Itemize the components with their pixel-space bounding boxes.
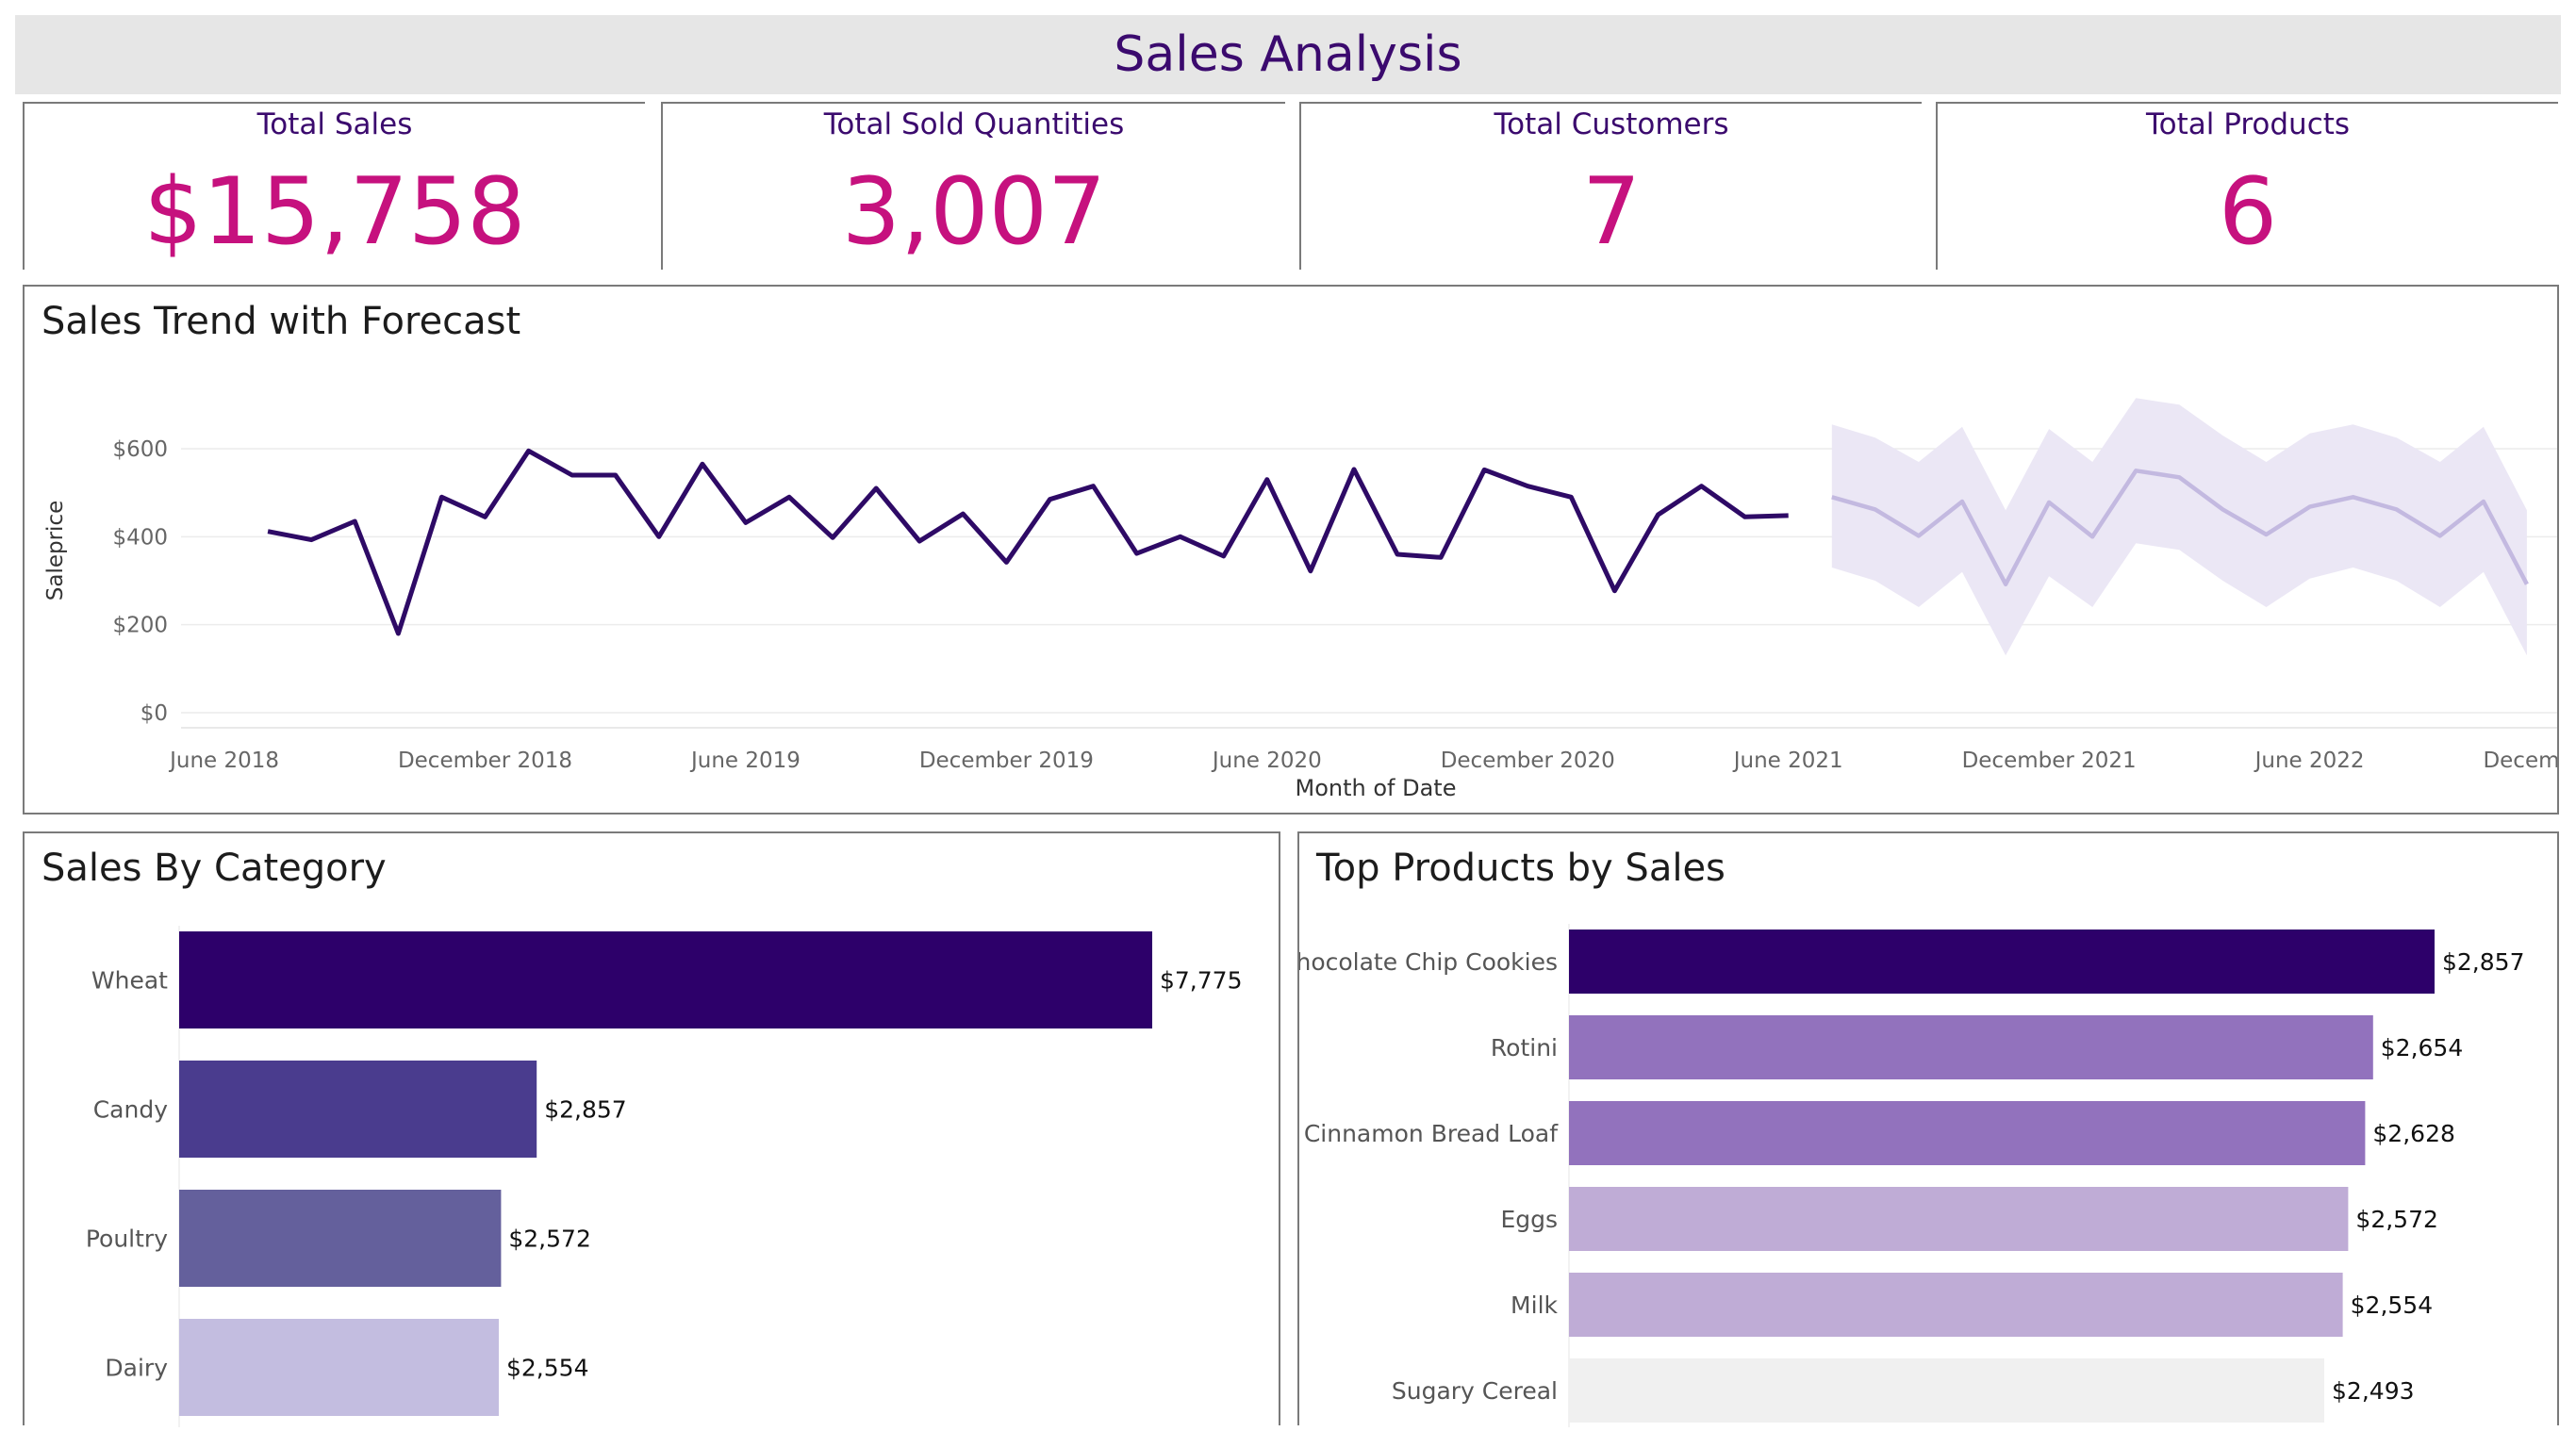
y-tick-label: $0 (140, 701, 168, 726)
bar (1569, 1273, 2343, 1337)
kpi-total-customers: Total Customers 7 (1299, 102, 1922, 270)
data-label: $2,857 (2442, 948, 2524, 976)
data-label: $2,554 (506, 1355, 588, 1382)
kpi-title: Total Customers (1494, 107, 1729, 141)
bar (1569, 930, 2435, 994)
x-tick-label: June 2019 (689, 749, 801, 773)
bar (179, 931, 1152, 1028)
bar (1569, 1358, 2324, 1423)
category-bar-chart: Wheat $7,775 Candy $2,857 Poultry $2,572 Dairy… (86, 926, 1242, 1427)
category-label: Poultry (86, 1226, 168, 1253)
y-tick-label: $400 (112, 525, 168, 550)
x-tick-label: December 2020 (1441, 749, 1615, 773)
x-tick-label: June 2018 (168, 749, 279, 773)
bar (179, 1319, 499, 1416)
sales-trend-panel: Sales Trend with Forecast $0 $200 $400 $600… (23, 285, 2559, 814)
x-tick-label: December 2019 (919, 749, 1094, 773)
x-tick-label: December 2018 (398, 749, 572, 773)
bar (1569, 1101, 2366, 1165)
y-tick-label: $600 (112, 437, 168, 462)
page-title: Sales Analysis (1114, 26, 1462, 83)
category-label: Dairy (105, 1355, 168, 1382)
x-tick-label: June 2021 (1732, 749, 1843, 773)
kpi-value: $15,758 (143, 158, 526, 266)
bar (179, 1061, 537, 1158)
kpi-total-products: Total Products 6 (1936, 102, 2558, 270)
bar (179, 1190, 502, 1287)
data-label: $2,572 (2355, 1206, 2437, 1233)
kpi-title: Total Sold Quantities (823, 107, 1125, 141)
data-label: $7,775 (1160, 967, 1242, 995)
category-label: Rotini (1491, 1034, 1558, 1061)
header-bar: Sales Analysis (15, 15, 2561, 94)
bar (1569, 1015, 2373, 1079)
actual-sales-line (267, 448, 1789, 636)
x-tick-label: December 2022 (2483, 749, 2557, 773)
sales-trend-chart: $0 $200 $400 $600 June 2018 December 2018 June… (43, 398, 2557, 801)
kpi-value: 3,007 (841, 158, 1107, 266)
x-tick-label: June 2020 (1211, 749, 1322, 773)
data-label: $2,493 (2332, 1377, 2414, 1405)
kpi-value: 7 (1581, 158, 1642, 266)
data-label: $2,654 (2381, 1034, 2463, 1061)
kpi-total-sold-quantities: Total Sold Quantities 3,007 (661, 102, 1285, 270)
y-axis-title: Saleprice (43, 501, 68, 601)
category-label: Cinnamon Bread Loaf (1304, 1120, 1559, 1147)
category-label: Sugary Cereal (1392, 1377, 1558, 1405)
x-tick-label: December 2021 (1962, 749, 2137, 773)
x-axis-title: Month of Date (1296, 775, 1457, 801)
kpi-title: Total Products (2145, 107, 2351, 141)
category-label: Chocolate Chip Cookies (1299, 948, 1558, 976)
data-label: $2,628 (2372, 1120, 2454, 1147)
x-tick-label: June 2022 (2254, 749, 2365, 773)
bar (1569, 1187, 2349, 1251)
kpi-value: 6 (2218, 158, 2278, 266)
category-label: Wheat (91, 967, 168, 995)
y-tick-label: $200 (112, 614, 168, 638)
sales-by-category-panel: Sales By Category Wheat $7,775 Candy $2,857… (23, 831, 1280, 1427)
top-products-panel: Top Products by Sales Chocolate Chip Coo… (1297, 831, 2559, 1427)
data-label: $2,857 (544, 1096, 626, 1124)
products-bar-chart: Chocolate Chip Cookies $2,857 Rotini $2,654… (1299, 924, 2524, 1427)
kpi-total-sales: Total Sales $15,758 (23, 102, 645, 270)
data-label: $2,572 (508, 1226, 590, 1253)
category-label: Milk (1511, 1292, 1558, 1319)
category-label: Candy (93, 1096, 168, 1124)
data-label: $2,554 (2351, 1292, 2433, 1319)
kpi-title: Total Sales (256, 107, 413, 141)
category-label: Eggs (1500, 1206, 1558, 1233)
